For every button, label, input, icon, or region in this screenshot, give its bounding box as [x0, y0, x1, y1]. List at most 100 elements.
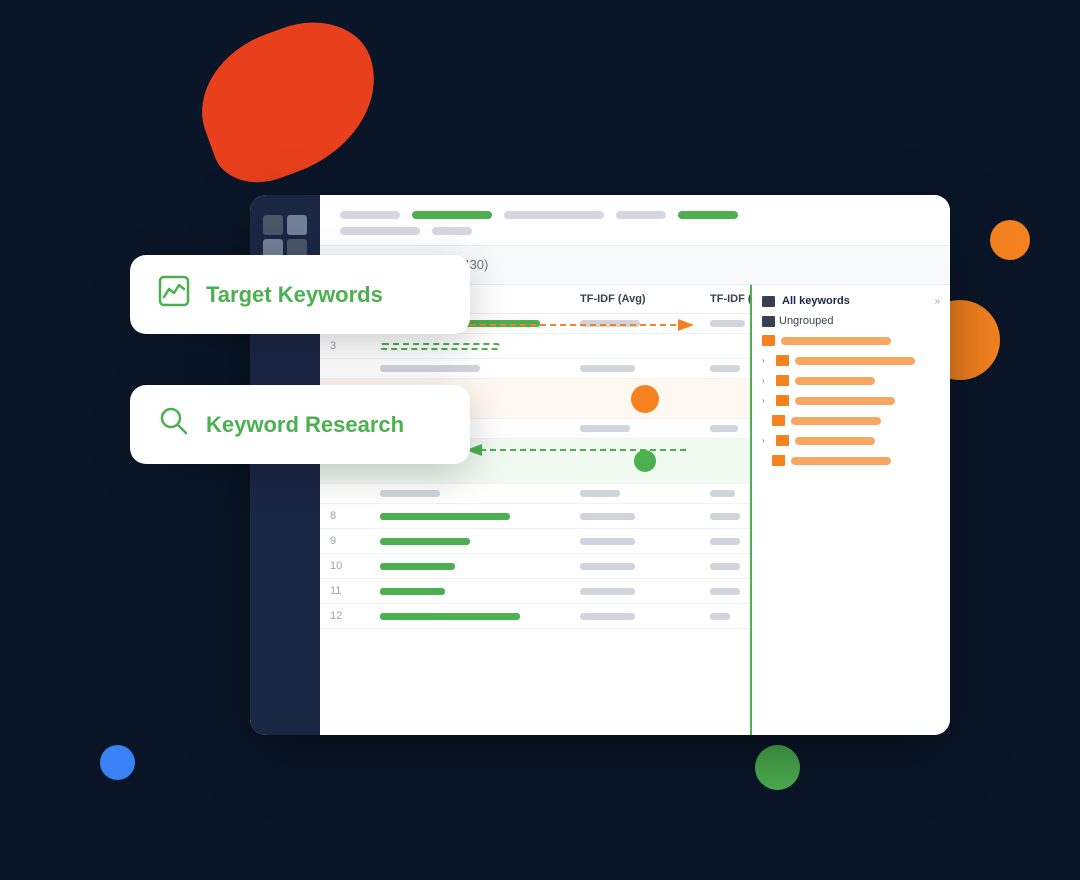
keyword-group-item	[762, 413, 940, 428]
orange-bubble-large	[631, 385, 659, 413]
row-min-dots	[710, 490, 750, 497]
group-bar	[791, 417, 881, 425]
folder-icon-orange	[776, 355, 789, 366]
row-min-dots	[710, 425, 750, 432]
min-dot	[710, 490, 735, 497]
all-keywords-label: All keywords	[762, 295, 850, 307]
min-dot	[710, 320, 745, 327]
row-avg-dots	[580, 538, 710, 545]
target-keywords-card: Target Keywords	[130, 255, 470, 334]
keyword-panel-header: All keywords »	[762, 295, 940, 307]
folder-icon-orange	[762, 335, 775, 346]
row-min-dots	[710, 613, 750, 620]
min-dot	[710, 425, 738, 432]
row-avg-dots	[580, 513, 710, 520]
group-bar	[795, 357, 915, 365]
avg-dot	[580, 538, 635, 545]
keyword-group-item: ›	[762, 393, 940, 408]
min-dot	[710, 365, 740, 372]
min-dot	[710, 513, 740, 520]
keyword-group-item	[762, 453, 940, 468]
topbar-bar-2	[412, 211, 492, 219]
group-bar	[795, 397, 895, 405]
sidebar-logo	[263, 215, 307, 259]
ungrouped-label: Ungrouped	[762, 315, 940, 327]
table-row: 8	[320, 504, 750, 529]
avg-dot	[580, 320, 640, 327]
min-dot	[710, 588, 740, 595]
avg-dot	[580, 613, 635, 620]
green-bubble-small	[634, 450, 656, 472]
group-bar	[791, 457, 891, 465]
topbar-bar-1	[340, 211, 400, 219]
row-avg-dots	[580, 425, 710, 432]
row-keyword-bar	[380, 588, 580, 595]
decorative-orange-circle-small	[990, 220, 1030, 260]
logo-cell-2	[287, 215, 307, 235]
table-row: 9	[320, 529, 750, 554]
keyword-bar-gray	[380, 365, 480, 372]
avg-dot	[580, 490, 620, 497]
keyword-research-card: Keyword Research	[130, 385, 470, 464]
table-row: 10	[320, 554, 750, 579]
topbar-bar-5	[678, 211, 738, 219]
group-bar	[795, 437, 875, 445]
top-bar	[320, 195, 950, 246]
row-num: 9	[330, 535, 380, 547]
row-avg-dots	[580, 588, 710, 595]
keyword-group-item	[762, 333, 940, 348]
top-bar-row1	[340, 211, 930, 219]
row-keyword-bar	[380, 538, 580, 545]
keyword-bar-green	[380, 588, 445, 595]
row-avg-dots	[580, 490, 710, 497]
row-keyword-bar	[380, 490, 580, 497]
chart-icon	[158, 275, 190, 314]
row-min-dots	[710, 588, 750, 595]
green-bubble-avg	[580, 450, 710, 472]
row-avg-dots	[580, 365, 710, 372]
min-dot	[710, 613, 730, 620]
orange-bubble-avg	[580, 385, 710, 413]
row-min-dots	[710, 365, 750, 372]
folder-icon-orange	[772, 415, 785, 426]
chevron-right-double-icon: »	[934, 296, 940, 307]
chevron-icon: ›	[762, 376, 770, 385]
row-min-dots	[710, 513, 750, 520]
keyword-group-item: ›	[762, 353, 940, 368]
min-dot	[710, 538, 740, 545]
avg-dot	[580, 563, 635, 570]
col-header-tfidf-min: TF-IDF (Min)	[710, 293, 750, 305]
keyword-bar-green	[380, 538, 470, 545]
keyword-bar-gray	[380, 490, 440, 497]
folder-icon-orange	[776, 395, 789, 406]
row-keyword-bar	[380, 365, 580, 372]
row-num: 12	[330, 610, 380, 622]
avg-dot	[580, 588, 635, 595]
min-dot	[710, 563, 740, 570]
row-min-dots	[710, 320, 750, 327]
col-header-tfidf-avg: TF-IDF (Avg)	[580, 293, 710, 305]
table-row	[320, 484, 750, 504]
green-bubble-min	[710, 443, 750, 479]
orange-bubble-min	[710, 389, 750, 409]
row-num: 10	[330, 560, 380, 572]
target-keywords-label: Target Keywords	[206, 282, 383, 308]
chevron-icon: ›	[762, 436, 770, 445]
topbar-bar-6	[340, 227, 420, 235]
row-avg-dots	[580, 320, 710, 327]
folder-icon-orange	[772, 455, 785, 466]
group-bar	[781, 337, 891, 345]
topbar-bar-4	[616, 211, 666, 219]
table-row	[320, 359, 750, 379]
folder-icon-dark	[762, 296, 775, 307]
keyword-panel: All keywords » Ungrouped ›	[750, 285, 950, 735]
row-min-dots	[710, 563, 750, 570]
keyword-group-item: ›	[762, 373, 940, 388]
row-num: 3	[330, 340, 380, 352]
row-keyword-bar	[380, 613, 580, 620]
search-icon	[158, 405, 190, 444]
keyword-bar-dotted-green	[380, 343, 500, 350]
table-row: 12	[320, 604, 750, 629]
table-main: TF-IDF (Avg) TF-IDF (Min)	[320, 285, 750, 735]
folder-icon-ungrouped	[762, 316, 775, 327]
